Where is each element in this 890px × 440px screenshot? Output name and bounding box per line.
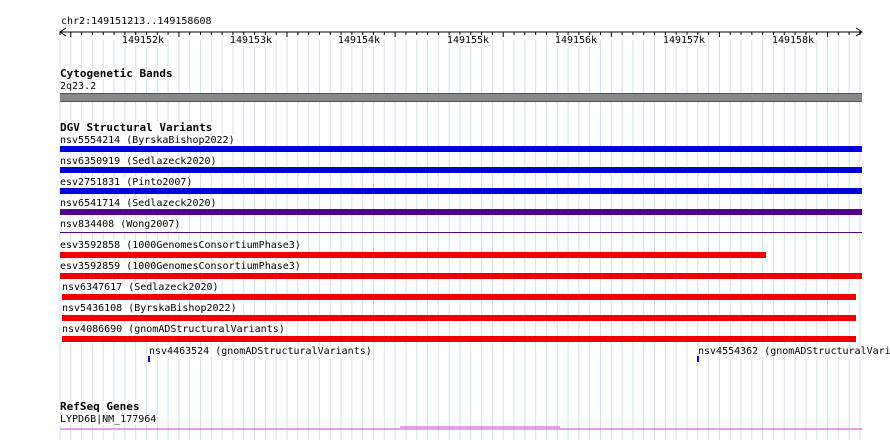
variant-label-4[interactable]: nsv6541714 (Sedlazeck2020) xyxy=(59,198,218,209)
variant-label-3[interactable]: esv2751831 (Pinto2007) xyxy=(59,177,194,188)
variant-label-12[interactable]: nsv4554362 (gnomADStructuralVaria xyxy=(697,346,890,357)
cytoband-track-title: Cytogenetic Bands xyxy=(59,67,174,80)
variant-bar-3[interactable] xyxy=(60,188,862,194)
variant-bar-11[interactable] xyxy=(148,356,150,362)
variant-bar-9[interactable] xyxy=(62,315,856,321)
variant-bar-8[interactable] xyxy=(62,294,856,300)
cytoband-label: 2q23.2 xyxy=(59,81,98,92)
variant-label-11[interactable]: nsv4463524 (gnomADStructuralVariants) xyxy=(148,346,373,357)
variant-bar-6[interactable] xyxy=(60,252,766,258)
variant-bar-1[interactable] xyxy=(60,146,862,152)
ruler-tick-label: 149152k xyxy=(120,35,166,46)
variant-label-7[interactable]: esv3592859 (1000GenomesConsortiumPhase3) xyxy=(59,261,302,272)
variant-bar-4[interactable] xyxy=(60,209,862,215)
refseq-track-title: RefSeq Genes xyxy=(59,400,141,413)
variant-bar-2[interactable] xyxy=(60,167,862,173)
variant-label-6[interactable]: esv3592858 (1000GenomesConsortiumPhase3) xyxy=(59,240,302,251)
ruler-tick-label: 149155k xyxy=(445,35,491,46)
variant-label-9[interactable]: nsv5436108 (ByrskaBishop2022) xyxy=(61,303,238,314)
ruler-tick-label: 149153k xyxy=(228,35,274,46)
variant-bar-10[interactable] xyxy=(62,336,856,342)
ruler-tick-label: 149156k xyxy=(553,35,599,46)
variant-bar-7[interactable] xyxy=(60,273,862,279)
variant-label-1[interactable]: nsv5554214 (ByrskaBishop2022) xyxy=(59,135,236,146)
variant-label-5[interactable]: nsv834408 (Wong2007) xyxy=(59,219,182,230)
cytoband-bar[interactable] xyxy=(60,93,862,102)
variant-bar-12[interactable] xyxy=(697,356,699,362)
ruler-tick-label: 149157k xyxy=(661,35,707,46)
variant-label-10[interactable]: nsv4086690 (gnomADStructuralVariants) xyxy=(61,324,286,335)
variant-label-8[interactable]: nsv6347617 (Sedlazeck2020) xyxy=(61,282,220,293)
ruler-tick-label: 149158k xyxy=(770,35,816,46)
ruler-tick-label: 149154k xyxy=(336,35,382,46)
variant-bar-5[interactable] xyxy=(60,232,862,233)
refseq-gene-track[interactable] xyxy=(0,422,890,434)
dgv-track-title: DGV Structural Variants xyxy=(59,121,214,134)
variant-label-2[interactable]: nsv6350919 (Sedlazeck2020) xyxy=(59,156,218,167)
